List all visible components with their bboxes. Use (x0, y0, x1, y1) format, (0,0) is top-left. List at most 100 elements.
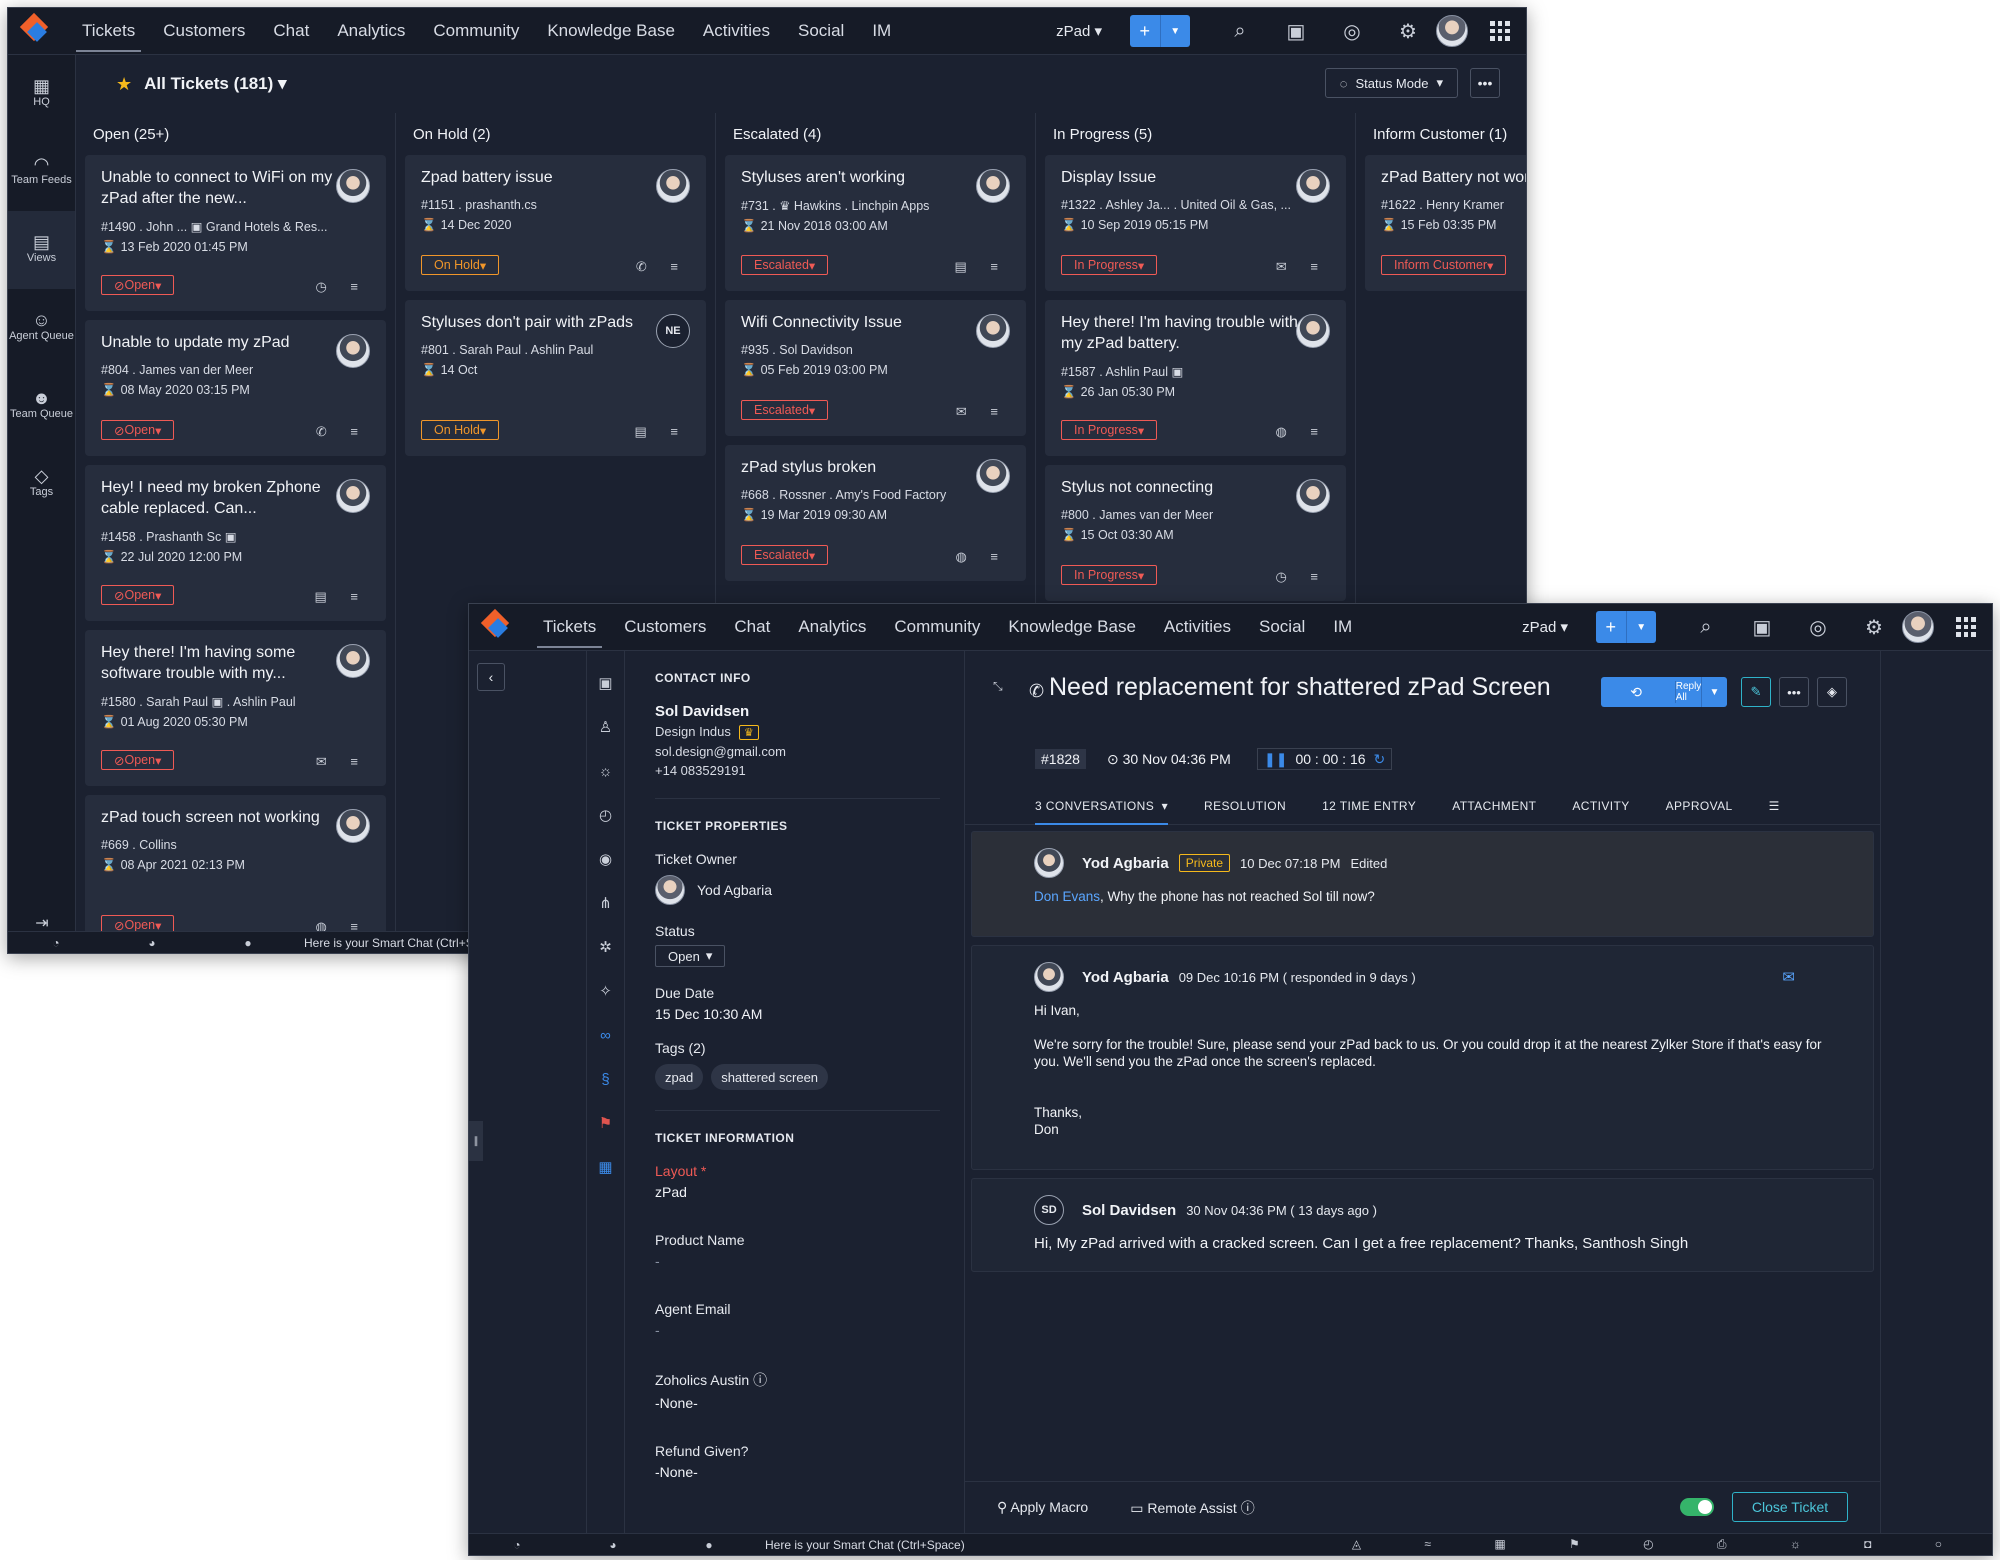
agent-email-value[interactable]: - (655, 1322, 964, 1338)
ticket-card[interactable]: Wifi Connectivity Issue #935 . Sol Davids… (725, 300, 1026, 436)
layout-value[interactable]: zPad (655, 1184, 964, 1200)
tab-attachment[interactable]: ATTACHMENT (1452, 787, 1536, 824)
status-mode-button[interactable]: ◌ Status Mode ▾ (1324, 68, 1458, 98)
status-select[interactable]: Open ▾ (655, 945, 726, 967)
tab-conversations[interactable]: 3 CONVERSATIONS ▾ (1035, 787, 1169, 825)
app-logo[interactable] (479, 608, 515, 645)
assignee-avatar[interactable] (976, 459, 1010, 493)
status-badge[interactable]: In Progress ▾ (1061, 255, 1158, 275)
integration-icon[interactable]: § (601, 1057, 609, 1101)
status-bar-tools[interactable]: ◬ ≈ ▦ ⚑ ◴ ⎙ ☼ ◘ ○ (1352, 1537, 1972, 1552)
department-selector[interactable]: zPad ▾ (1522, 618, 1568, 636)
contact-email[interactable]: sol.design@gmail.com (655, 744, 964, 759)
ticket-toggle[interactable] (1680, 1498, 1714, 1516)
nav-item-chat[interactable]: Chat (259, 8, 323, 54)
status-badge[interactable]: Escalated ▾ (741, 545, 829, 565)
nav-item-social[interactable]: Social (784, 8, 858, 54)
status-badge[interactable]: ⊘ Open ▾ (101, 750, 175, 770)
check-icon[interactable]: ◉ (599, 837, 612, 881)
close-ticket-button[interactable]: Close Ticket (1732, 1492, 1848, 1522)
ticket-card[interactable]: Styluses don't pair with zPads #801 . Sar… (405, 300, 706, 456)
nav-item-im[interactable]: IM (1319, 604, 1366, 650)
game-controller-icon[interactable]: ◎ (1324, 19, 1380, 44)
assignee-avatar[interactable] (1296, 479, 1330, 513)
ticket-title[interactable]: Wifi Connectivity Issue (741, 312, 979, 333)
nav-item-customers[interactable]: Customers (149, 8, 259, 54)
widget-icon[interactable]: ▦ (598, 1145, 612, 1189)
more-options-button[interactable]: ••• (1470, 68, 1500, 98)
contact-icon[interactable]: ♙ (599, 705, 612, 749)
card-action-icons[interactable]: ✉ ≡ (1276, 259, 1328, 275)
due-date-value[interactable]: 15 Dec 10:30 AM (655, 1006, 964, 1022)
ticket-title[interactable]: Unable to connect to WiFi on my zPad aft… (101, 167, 339, 209)
assignee-avatar[interactable] (1296, 314, 1330, 348)
person-icon[interactable]: ● (200, 936, 296, 950)
assignee-avatar[interactable]: NE (656, 314, 690, 348)
ticket-card[interactable]: Hey there! I'm having trouble with my zP… (1045, 300, 1346, 456)
magic-wand-icon[interactable]: ✧ (599, 969, 612, 1013)
ticket-card[interactable]: zPad Battery not working #1622 . Henry Kr… (1365, 155, 1526, 291)
chevron-down-icon[interactable]: ▼ (1159, 15, 1191, 47)
notes-icon[interactable]: ▣ (1734, 615, 1790, 640)
star-icon[interactable]: ★ (116, 74, 132, 95)
ticket-title[interactable]: zPad Battery not working (1381, 167, 1526, 188)
tag-chip[interactable]: zpad (655, 1064, 704, 1090)
card-action-icons[interactable]: ✆ ≡ (316, 424, 368, 440)
plus-icon[interactable]: + (1596, 611, 1626, 643)
remote-assist-button[interactable]: ▭ Remote Assist ⓘ (1130, 1498, 1255, 1518)
ticket-title[interactable]: Hey! I need my broken Zphone cable repla… (101, 477, 339, 519)
ticket-title[interactable]: Zpad battery issue (421, 167, 659, 188)
ticket-card[interactable]: Hey there! I'm having some software trou… (85, 630, 386, 786)
status-badge[interactable]: In Progress ▾ (1061, 565, 1158, 585)
person-icon[interactable]: ● (661, 1538, 757, 1552)
chevron-down-icon[interactable]: ▼ (1625, 611, 1657, 643)
assignee-avatar[interactable] (336, 169, 370, 203)
share-icon[interactable]: ⋔ (599, 881, 612, 925)
team-icon[interactable]: ◕ (565, 1538, 661, 1552)
new-button[interactable]: + ▼ (1130, 15, 1190, 47)
nav-item-community[interactable]: Community (419, 8, 533, 54)
sidebar-toggle-handle[interactable]: ∥ (469, 1121, 483, 1161)
status-badge[interactable]: In Progress ▾ (1061, 420, 1158, 440)
info-icon[interactable]: ⓘ (1241, 1500, 1255, 1516)
card-action-icons[interactable]: ◍ ≡ (955, 549, 1008, 565)
tab-approval[interactable]: APPROVAL (1666, 787, 1733, 824)
ticket-title[interactable]: Display Issue (1061, 167, 1299, 188)
nav-item-activities[interactable]: Activities (1150, 604, 1245, 650)
apps-grid-icon[interactable] (1956, 617, 1976, 637)
tab-time-entry[interactable]: 12 TIME ENTRY (1322, 787, 1416, 824)
ticket-card[interactable]: Hey! I need my broken Zphone cable repla… (85, 465, 386, 621)
user-avatar[interactable] (1902, 611, 1934, 643)
ticket-card[interactable]: Unable to update my zPad #804 . James van… (85, 320, 386, 456)
sidebar-item-tags[interactable]: ◇ Tags (8, 445, 75, 523)
card-action-icons[interactable]: ✆ ≡ (636, 259, 688, 275)
search-icon[interactable]: ⌕ (1212, 20, 1268, 43)
nav-item-chat[interactable]: Chat (720, 604, 784, 650)
gear-icon[interactable]: ⚙ (1846, 615, 1902, 640)
author-name[interactable]: Yod Agbaria (1082, 855, 1169, 872)
ticket-title[interactable]: Hey there! I'm having trouble with my zP… (1061, 312, 1299, 354)
sidebar-item-agent-queue[interactable]: ☺ Agent Queue (8, 289, 75, 367)
contact-phone[interactable]: +14 083529191 (655, 763, 964, 778)
author-name[interactable]: Sol Davidsen (1082, 1202, 1176, 1219)
card-action-icons[interactable]: ◍ ≡ (1275, 424, 1328, 440)
history-icon[interactable]: ◴ (599, 793, 612, 837)
card-action-icons[interactable]: ✉ ≡ (316, 754, 368, 770)
notes-icon[interactable]: ▣ (1268, 19, 1324, 44)
bulb-icon[interactable]: ☼ (599, 749, 613, 793)
card-action-icons[interactable]: ▤ ≡ (315, 589, 368, 605)
nav-item-analytics[interactable]: Analytics (323, 8, 419, 54)
nav-item-community[interactable]: Community (880, 604, 994, 650)
refund-given-value[interactable]: -None- (655, 1464, 964, 1480)
mention-link[interactable]: Don Evans (1034, 889, 1100, 904)
contact-name[interactable]: Sol Davidsen (655, 703, 964, 720)
assignee-avatar[interactable] (336, 644, 370, 678)
comment-button[interactable]: ✎ (1741, 677, 1771, 707)
sidebar-item-hq[interactable]: ▦ HQ (8, 55, 75, 133)
status-badge[interactable]: ⊘ Open ▾ (101, 275, 175, 295)
nav-item-tickets[interactable]: Tickets (529, 604, 610, 650)
author-name[interactable]: Yod Agbaria (1082, 969, 1169, 986)
ticket-owner-field[interactable]: Yod Agbaria (655, 875, 964, 905)
refresh-icon[interactable]: ↻ (1374, 751, 1386, 768)
assignee-avatar[interactable] (656, 169, 690, 203)
